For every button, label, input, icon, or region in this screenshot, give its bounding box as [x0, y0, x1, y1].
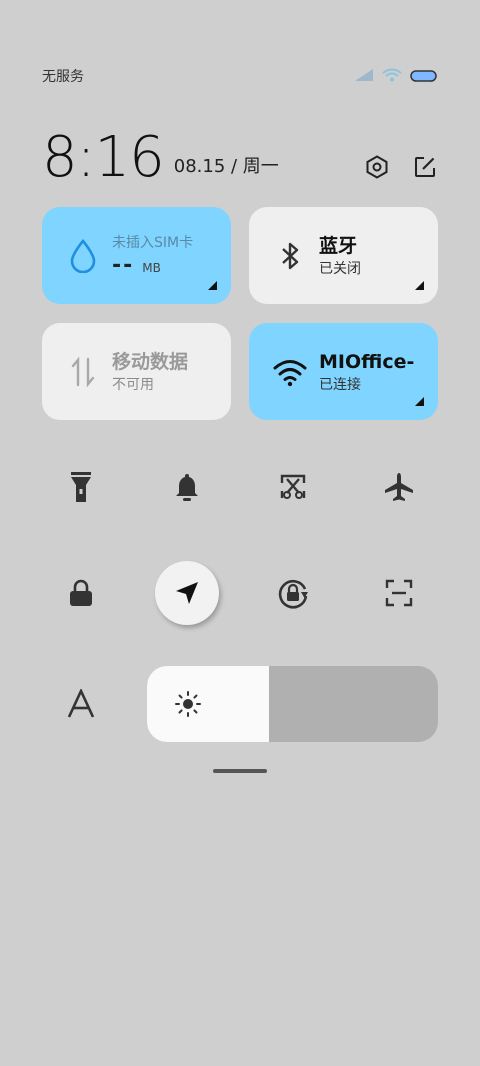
expand-corner-icon[interactable] [208, 281, 217, 290]
bell-icon[interactable] [148, 448, 226, 526]
expand-corner-icon[interactable] [415, 397, 424, 406]
font-size-icon[interactable] [42, 666, 120, 742]
sim-value: -- [112, 253, 135, 278]
bluetooth-status: 已关闭 [319, 260, 361, 277]
water-drop-icon [66, 238, 100, 273]
signal-icon [354, 67, 374, 86]
bluetooth-icon [273, 239, 307, 273]
sun-icon [174, 690, 202, 718]
toggle-row-1 [42, 448, 438, 526]
status-bar: 无服务 [42, 64, 438, 88]
settings-icon[interactable] [364, 154, 390, 180]
battery-icon [410, 67, 438, 86]
mobile-data-title: 移动数据 [112, 350, 189, 373]
bluetooth-tile-text: 蓝牙 已关闭 [319, 233, 361, 279]
mobile-data-tile[interactable]: 移动数据 不可用 [42, 323, 231, 420]
wifi-icon [382, 67, 402, 86]
sim-label: 未插入SIM卡 [112, 235, 194, 251]
header-actions [364, 154, 438, 180]
flashlight-icon[interactable] [42, 448, 120, 526]
brightness-row [42, 666, 438, 742]
scan-icon[interactable] [360, 554, 438, 632]
sim-unit: MB [142, 261, 161, 275]
brightness-slider[interactable] [147, 666, 438, 742]
mobile-data-status: 不可用 [112, 376, 154, 393]
wifi-status: 已连接 [319, 376, 361, 393]
time-row: 8:16 08.15 / 周一 [42, 118, 438, 188]
expand-corner-icon[interactable] [415, 281, 424, 290]
clock: 8:16 [42, 125, 165, 190]
airplane-icon[interactable] [360, 448, 438, 526]
toggle-row-2 [42, 554, 438, 632]
wifi-icon [273, 355, 307, 389]
status-icons [354, 67, 438, 86]
sim-data-tile[interactable]: 未插入SIM卡 -- MB [42, 207, 231, 304]
sim-usage: -- MB [112, 253, 193, 278]
control-center: 无服务 8:16 08.15 / 周一 未插入SIM卡 -- MB 蓝牙 已关闭… [0, 0, 480, 1066]
edit-icon[interactable] [412, 154, 438, 180]
bluetooth-title: 蓝牙 [319, 234, 358, 257]
wifi-network-name: MIOffice- [319, 350, 415, 373]
mobile-data-icon [66, 355, 100, 389]
wifi-tile[interactable]: MIOffice- 已连接 [249, 323, 438, 420]
date-label: 08.15 / 周一 [173, 156, 279, 177]
carrier-label: 无服务 [42, 69, 84, 85]
sim-tile-text: 未插入SIM卡 -- MB [112, 233, 193, 278]
screenshot-icon[interactable] [254, 448, 332, 526]
rotation-lock-icon[interactable] [254, 554, 332, 632]
lock-icon[interactable] [42, 554, 120, 632]
bluetooth-tile[interactable]: 蓝牙 已关闭 [249, 207, 438, 304]
location-icon[interactable] [155, 561, 219, 625]
mobile-data-tile-text: 移动数据 不可用 [112, 349, 188, 395]
brightness-slider-fill [147, 666, 270, 742]
wifi-tile-text: MIOffice- 已连接 [319, 349, 438, 395]
drag-handle[interactable] [213, 769, 267, 773]
